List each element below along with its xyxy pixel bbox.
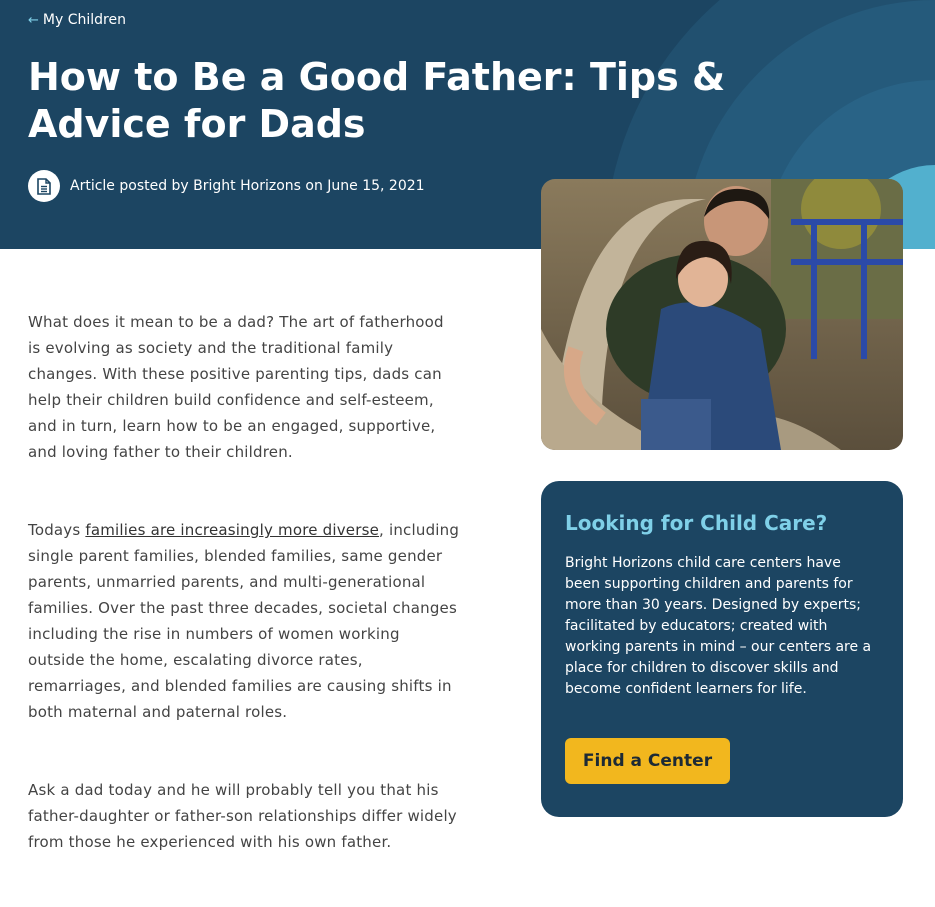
breadcrumb-label: My Children <box>42 12 126 28</box>
cta-title: Looking for Child Care? <box>565 511 828 535</box>
article-paragraph: Todays families are increasingly more di… <box>28 517 460 725</box>
find-a-center-button[interactable]: Find a Center <box>565 738 730 784</box>
cta-body: Bright Horizons child care centers have … <box>565 555 872 697</box>
breadcrumb-my-children[interactable]: ← My Children <box>28 12 126 28</box>
page-title: How to Be a Good Father: Tips & Advice f… <box>28 55 726 146</box>
child-care-cta-card: Looking for Child Care? Bright Horizons … <box>541 481 903 817</box>
father-daughter-slide-photo <box>541 179 903 450</box>
paragraph-text: Todays <box>28 521 86 539</box>
byline-text: Article posted by Bright Horizons on Jun… <box>70 178 425 194</box>
document-icon <box>28 170 60 202</box>
article-body: What does it mean to be a dad? The art o… <box>28 309 460 907</box>
paragraph-text: , including single parent families, blen… <box>28 521 460 721</box>
families-diverse-link[interactable]: families are increasingly more diverse <box>85 521 379 539</box>
back-arrow-icon: ← <box>28 12 39 28</box>
article-paragraph: What does it mean to be a dad? The art o… <box>28 313 444 461</box>
article-byline: Article posted by Bright Horizons on Jun… <box>28 170 425 202</box>
article-paragraph: Ask a dad today and he will probably tel… <box>28 781 457 851</box>
